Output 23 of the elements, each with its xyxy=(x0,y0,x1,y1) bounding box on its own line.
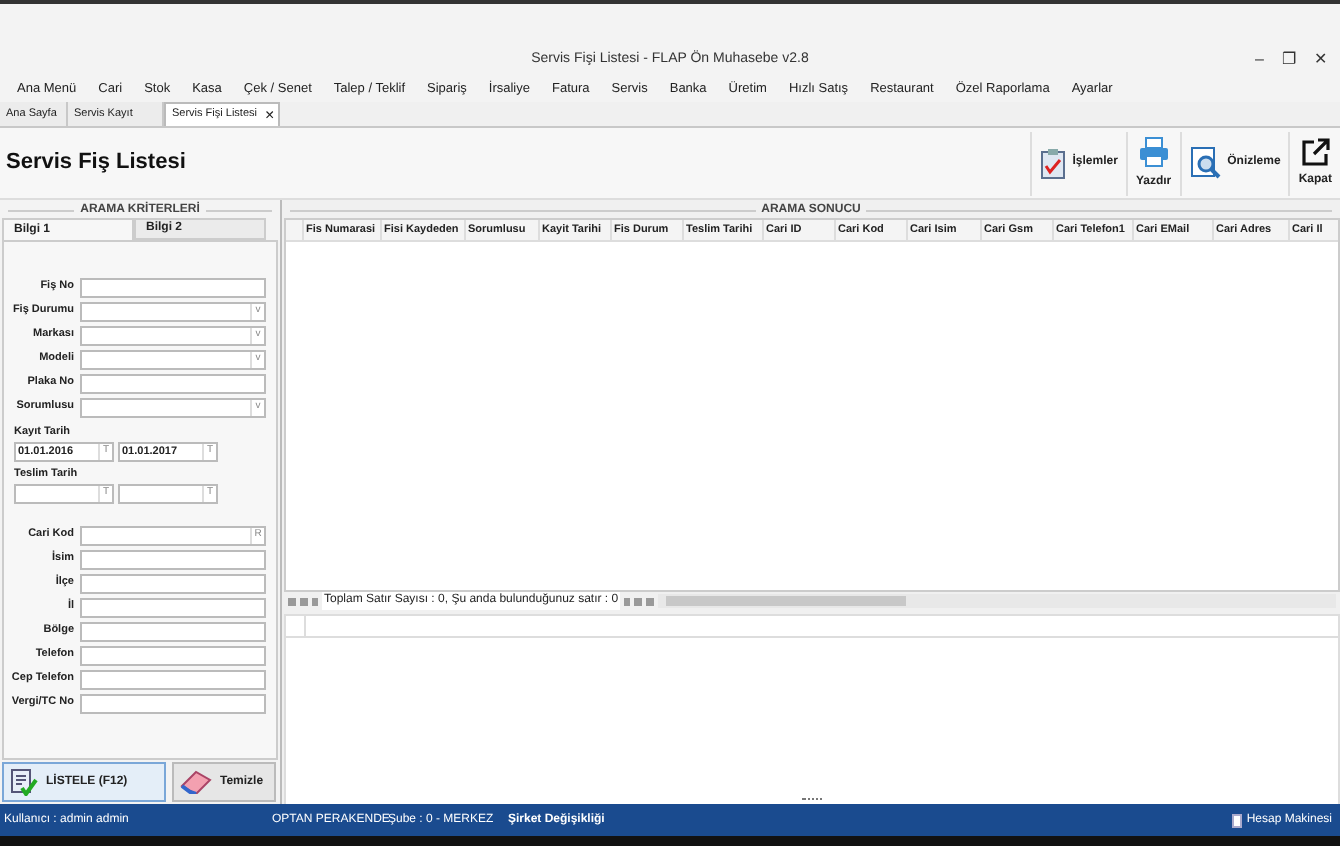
input-field[interactable] xyxy=(80,373,266,393)
page-title: Servis Fiş Listesi xyxy=(6,148,188,179)
input-field[interactable] xyxy=(80,621,266,641)
calculator-icon[interactable] xyxy=(1232,813,1243,827)
input-field[interactable] xyxy=(80,573,266,593)
input-field[interactable] xyxy=(80,597,266,617)
input-field[interactable] xyxy=(80,549,266,569)
input-field[interactable] xyxy=(80,277,266,297)
horizontal-scrollbar[interactable] xyxy=(658,594,1336,608)
clipboard-icon xyxy=(1040,147,1067,179)
checked-list-icon xyxy=(10,768,38,796)
input-field[interactable] xyxy=(80,693,266,713)
exit-icon xyxy=(1301,137,1330,165)
input-field[interactable] xyxy=(80,645,266,665)
close-button[interactable]: ✕ xyxy=(1314,52,1328,68)
eraser-icon xyxy=(180,770,212,794)
resize-handle[interactable] xyxy=(802,798,822,800)
printer-icon xyxy=(1137,135,1170,167)
input-field[interactable] xyxy=(80,669,266,689)
close-tab-icon[interactable]: × xyxy=(264,107,275,123)
minimize-button[interactable]: – xyxy=(1255,52,1264,68)
magnifier-document-icon xyxy=(1189,146,1222,180)
restore-button[interactable]: ❐ xyxy=(1282,52,1296,68)
